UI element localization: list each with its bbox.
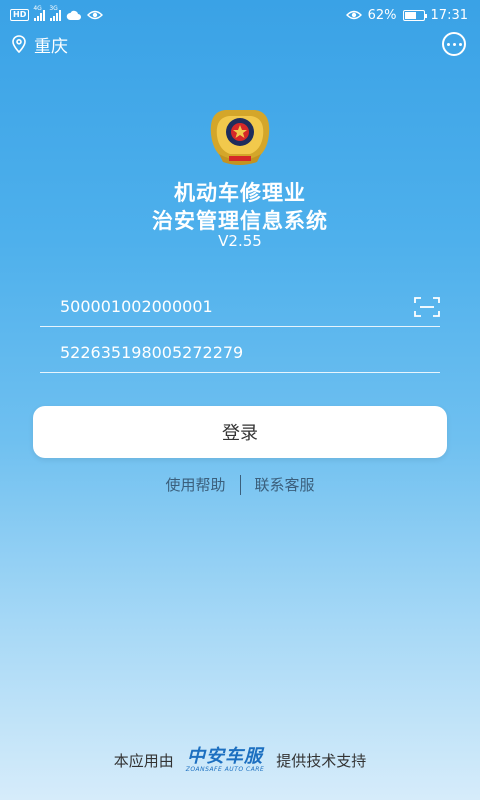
- signal-4g-icon: 4G: [33, 5, 46, 21]
- id-number-input[interactable]: [60, 343, 400, 362]
- status-right: 62% 17:31: [345, 7, 468, 23]
- link-divider: [239, 474, 241, 495]
- account-field: [40, 287, 440, 327]
- battery-percent: 62%: [367, 7, 397, 23]
- battery-fill: [404, 11, 416, 19]
- more-dots-icon[interactable]: [442, 32, 466, 56]
- brand-logo: 中安车服 ZOANSAFE AUTO CARE: [186, 748, 265, 773]
- status-left: HD 4G 3G: [10, 5, 104, 21]
- id-number-field: [40, 333, 440, 373]
- scan-button[interactable]: [414, 294, 440, 320]
- location-selector[interactable]: 重庆: [12, 32, 68, 57]
- brand-name: 中安车服: [186, 746, 263, 767]
- app-version: V2.55: [218, 232, 262, 250]
- battery-icon: [402, 9, 427, 21]
- help-links: 使用帮助 联系客服: [0, 474, 480, 495]
- status-bar: HD 4G 3G 62% 17:31: [0, 0, 480, 30]
- clock: 17:31: [430, 7, 468, 23]
- login-button[interactable]: 登录: [33, 406, 447, 458]
- police-emblem-logo: [210, 110, 270, 165]
- eye-comfort-icon: [345, 10, 362, 20]
- brand-subtitle: ZOANSAFE AUTO CARE: [185, 766, 265, 773]
- app-title-line1: 机动车修理业: [174, 181, 306, 205]
- footer-suffix: 提供技术支持: [276, 752, 367, 770]
- cloud-icon: [67, 10, 82, 20]
- hd-icon: HD: [10, 9, 30, 21]
- help-link[interactable]: 使用帮助: [165, 474, 225, 495]
- account-input[interactable]: [60, 297, 400, 316]
- signal-3g-icon: 3G: [49, 5, 62, 21]
- eye-icon: [87, 10, 104, 20]
- location-label: 重庆: [34, 36, 68, 57]
- top-bar: 重庆: [0, 30, 480, 58]
- app-title-line2: 治安管理信息系统: [152, 209, 328, 233]
- scan-icon: [414, 296, 440, 317]
- map-pin-icon: [12, 35, 26, 53]
- customer-service-link[interactable]: 联系客服: [255, 474, 315, 495]
- footer-prefix: 本应用由: [113, 752, 174, 770]
- footer-credit: 本应用由 中安车服 ZOANSAFE AUTO CARE 提供技术支持: [0, 748, 480, 773]
